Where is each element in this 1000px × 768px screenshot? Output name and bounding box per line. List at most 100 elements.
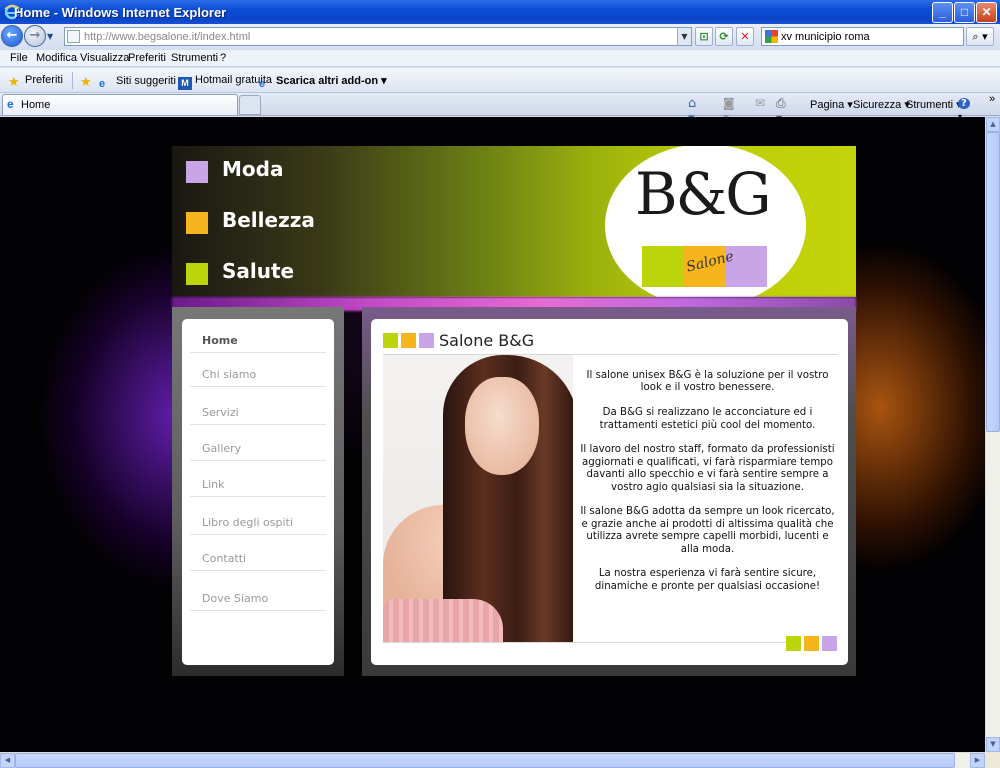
more-commands-chevron[interactable]: »	[989, 93, 995, 105]
address-input[interactable]	[84, 29, 674, 44]
address-toolbar: ← → ▼ ▼ ⊡ ⟳ ✕ ⌕ ▾	[0, 24, 1000, 50]
orange-square-icon	[186, 212, 208, 234]
favorites-bar: ★ Preferiti ★ e Siti suggeriti ▾ M Hotmail …	[0, 68, 1000, 93]
compat-view-button[interactable]: ⊡	[695, 27, 713, 46]
page-viewport: Moda Bellezza Salute B&G Salone Home Chi…	[0, 117, 985, 752]
search-input[interactable]	[781, 29, 961, 44]
search-box[interactable]	[761, 27, 964, 46]
nav-item-home[interactable]: Home	[190, 319, 326, 353]
menu-preferiti[interactable]: Preferiti	[128, 52, 166, 64]
ie-small-icon: e	[99, 78, 106, 90]
lime-square-icon	[786, 636, 801, 651]
fav-link-hotmail[interactable]: M Hotmail gratuita	[178, 74, 272, 90]
nav-item-libro-ospiti[interactable]: Libro degli ospiti	[190, 501, 326, 535]
vertical-scrollbar[interactable]: ▲ ▼	[985, 117, 1000, 752]
lilac-square-icon	[419, 333, 434, 348]
main-content: Salone B&G Il salone unisex B&G è la sol…	[371, 319, 848, 665]
menu-file[interactable]: File	[10, 52, 28, 64]
nav-item-link[interactable]: Link	[190, 463, 326, 497]
scroll-left-button[interactable]: ◀	[0, 753, 15, 768]
scroll-right-button[interactable]: ▶	[970, 753, 985, 768]
main-title: Salone B&G	[439, 331, 535, 350]
home-button[interactable]: ⌂ ▾	[688, 96, 704, 126]
nav-item-servizi[interactable]: Servizi	[190, 391, 326, 425]
scroll-up-button[interactable]: ▲	[986, 117, 1000, 132]
search-button[interactable]: ⌕ ▾	[966, 27, 994, 46]
command-sicurezza[interactable]: Sicurezza ▾	[853, 98, 910, 111]
site-header: Moda Bellezza Salute B&G Salone	[172, 146, 856, 297]
command-pagina[interactable]: Pagina ▾	[810, 98, 853, 111]
sidebar-frame: Home Chi siamo Servizi Gallery Link Libr…	[172, 307, 344, 676]
refresh-button[interactable]: ⟳	[715, 27, 733, 46]
window-title: Home - Windows Internet Explorer	[14, 5, 227, 20]
bottom-divider	[383, 642, 787, 643]
history-dropdown-icon[interactable]: ▼	[47, 32, 53, 41]
feeds-button[interactable]: ◙ ▾	[723, 96, 739, 124]
search-magnifier-icon: ⌕ ▾	[972, 30, 988, 43]
tab-home[interactable]: e Home	[2, 94, 238, 115]
main-frame: Salone B&G Il salone unisex B&G è la sol…	[362, 307, 856, 676]
model-photo	[383, 355, 573, 643]
help-button[interactable]: ? ▾	[958, 96, 974, 121]
close-window-button[interactable]: ✕	[976, 2, 997, 23]
window-titlebar: Home - Windows Internet Explorer _ □ ✕	[0, 0, 1000, 24]
stop-button[interactable]: ✕	[736, 27, 754, 46]
minimize-button[interactable]: _	[932, 2, 953, 23]
horizontal-scrollbar[interactable]: ◀ ▶	[0, 752, 985, 768]
scroll-down-button[interactable]: ▼	[986, 737, 1000, 752]
paragraph: Il salone B&G adotta da sempre un look r…	[580, 506, 835, 555]
address-bar[interactable]: ▼	[64, 27, 692, 46]
toolbar-separator	[72, 72, 73, 89]
print-button[interactable]: ⎙ ▾	[776, 96, 792, 125]
forward-arrow-icon: →	[29, 28, 41, 43]
menu-strumenti[interactable]: Strumenti	[171, 52, 218, 64]
lilac-square-icon	[822, 636, 837, 651]
fav-link-addon[interactable]: e Scarica altri add-on ▾	[259, 74, 387, 91]
star-icon: ★	[80, 74, 92, 89]
new-tab-button[interactable]	[239, 95, 261, 115]
menu-bar: File Modifica Visualizza Preferiti Strum…	[0, 50, 1000, 67]
horizontal-scroll-thumb[interactable]	[15, 753, 955, 768]
menu-help[interactable]: ?	[220, 52, 226, 64]
stop-icon: ✕	[740, 30, 750, 43]
hotmail-icon: M	[178, 77, 192, 90]
forward-button[interactable]: →	[24, 25, 46, 47]
add-favorite-button[interactable]: ★	[80, 74, 97, 89]
help-icon: ?	[958, 98, 970, 109]
paragraph: Da B&G si realizzano le acconciature ed …	[599, 407, 816, 431]
nav-item-contatti[interactable]: Contatti	[190, 537, 326, 571]
menu-modifica[interactable]: Modifica	[36, 52, 77, 64]
command-strumenti[interactable]: Strumenti ▾	[906, 98, 962, 111]
nav-item-chi-siamo[interactable]: Chi siamo	[190, 353, 326, 387]
vertical-scroll-thumb[interactable]	[986, 132, 1000, 432]
mail-button[interactable]: ✉	[755, 96, 771, 111]
scroll-corner	[985, 752, 1000, 768]
paragraph: Il lavoro del nostro staff, formato da p…	[580, 444, 835, 493]
paragraph: Il salone unisex B&G è la soluzione per …	[586, 370, 829, 394]
favorites-button[interactable]: ★ Preferiti	[8, 74, 63, 89]
orange-square-icon	[804, 636, 819, 651]
nav-item-dove-siamo[interactable]: Dove Siamo	[190, 577, 326, 611]
address-dropdown-button[interactable]: ▼	[677, 28, 691, 45]
mail-icon: ✉	[755, 96, 766, 110]
refresh-icon: ⟳	[719, 30, 729, 43]
menu-visualizza[interactable]: Visualizza	[80, 52, 129, 64]
fav-link-siti-suggeriti[interactable]: e Siti suggeriti ▾	[99, 74, 185, 91]
orange-square-icon	[401, 333, 416, 348]
page-icon	[67, 30, 80, 43]
google-icon	[765, 30, 778, 43]
favorites-star-icon: ★	[8, 74, 20, 89]
lime-square-icon	[186, 263, 208, 285]
ie-page-icon: e	[259, 78, 266, 90]
back-button[interactable]: ←	[1, 25, 23, 47]
paragraph: La nostra esperienza vi farà sentire sic…	[594, 568, 821, 592]
lime-square-icon	[383, 333, 398, 348]
sidebar-nav: Home Chi siamo Servizi Gallery Link Libr…	[182, 319, 334, 665]
back-arrow-icon: ←	[6, 28, 18, 43]
intro-text: Il salone unisex B&G è la soluzione per …	[576, 370, 839, 606]
logo-text: B&G	[635, 160, 772, 228]
nav-item-gallery[interactable]: Gallery	[190, 427, 326, 461]
maximize-button[interactable]: □	[954, 2, 975, 23]
ie-tab-icon: e	[7, 97, 14, 111]
lilac-square-icon	[186, 161, 208, 183]
